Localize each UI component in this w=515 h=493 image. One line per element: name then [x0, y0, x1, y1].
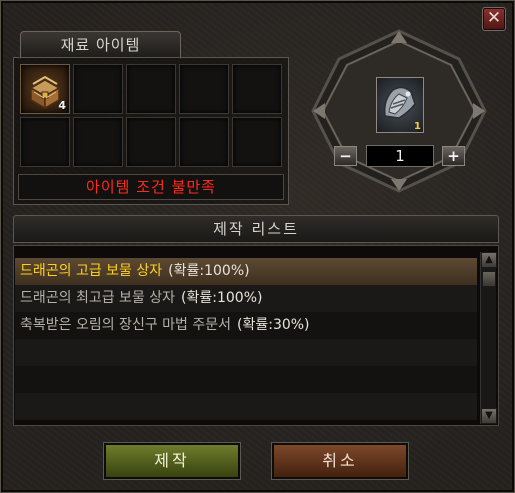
product-count: 1: [414, 121, 421, 132]
crafting-window: ✕ 재료 아이템 4 아이템 조건 불만족 1 − 1 + 제작 리스트 드래곤…: [0, 0, 515, 493]
craft-list-item-2[interactable]: 드래곤의 최고급 보물 상자 (확률:100%): [15, 285, 477, 312]
decrease-quantity-button[interactable]: −: [334, 146, 357, 166]
craft-list-scrollbar[interactable]: ▲ ▼: [480, 252, 497, 424]
material-slot-grid: 4: [20, 64, 282, 168]
cancel-button[interactable]: 취소: [272, 443, 408, 479]
material-slot-8[interactable]: [126, 117, 176, 167]
material-slot-3[interactable]: [126, 64, 176, 114]
craft-button[interactable]: 제작: [104, 443, 240, 479]
product-frame: 1 − 1 +: [309, 29, 489, 193]
minus-icon: −: [339, 147, 352, 165]
increase-quantity-button[interactable]: +: [442, 146, 465, 166]
scroll-thumb[interactable]: [482, 271, 496, 287]
craft-list-empty-row: [15, 366, 477, 393]
plus-icon: +: [447, 147, 460, 165]
close-icon: ✕: [486, 8, 502, 28]
craft-list-empty-row: [15, 339, 477, 366]
item-probability: (확률:100%): [181, 290, 263, 306]
item-probability: (확률:30%): [237, 317, 310, 333]
arrow-up-icon: ▲: [485, 254, 493, 265]
scroll-down-button[interactable]: ▼: [481, 408, 497, 424]
scroll-up-button[interactable]: ▲: [481, 252, 497, 268]
craft-list: 드래곤의 고급 보물 상자 (확률:100%) 드래곤의 최고급 보물 상자 (확률…: [13, 245, 499, 426]
material-slot-9[interactable]: [179, 117, 229, 167]
material-slot-2[interactable]: [73, 64, 123, 114]
craft-list-empty-row: [15, 393, 477, 420]
close-button[interactable]: ✕: [482, 7, 506, 31]
material-items-tab[interactable]: 재료 아이템: [20, 31, 181, 59]
item-name: 드래곤의 최고급 보물 상자: [20, 290, 176, 306]
material-slot-5[interactable]: [232, 64, 282, 114]
product-slot[interactable]: 1: [376, 77, 424, 133]
material-slot-4[interactable]: [179, 64, 229, 114]
item-name: 드래곤의 고급 보물 상자: [20, 263, 163, 279]
arrow-down-icon: ▼: [485, 410, 493, 421]
item-name: 축복받은 오림의 장신구 마법 주문서: [20, 317, 231, 333]
quantity-field[interactable]: 1: [366, 145, 434, 167]
item-probability: (확률:100%): [168, 263, 250, 279]
material-items-panel: 4 아이템 조건 불만족: [13, 57, 289, 205]
item-count: 4: [58, 99, 66, 112]
craft-list-item-1[interactable]: 드래곤의 고급 보물 상자 (확률:100%): [15, 258, 477, 285]
condition-status: 아이템 조건 불만족: [18, 174, 284, 200]
craft-list-item-3[interactable]: 축복받은 오림의 장신구 마법 주문서 (확률:30%): [15, 312, 477, 339]
material-slot-6[interactable]: [20, 117, 70, 167]
material-slot-1[interactable]: 4: [20, 64, 70, 114]
material-slot-7[interactable]: [73, 117, 123, 167]
craft-list-header: 제작 리스트: [13, 215, 499, 243]
material-slot-10[interactable]: [232, 117, 282, 167]
